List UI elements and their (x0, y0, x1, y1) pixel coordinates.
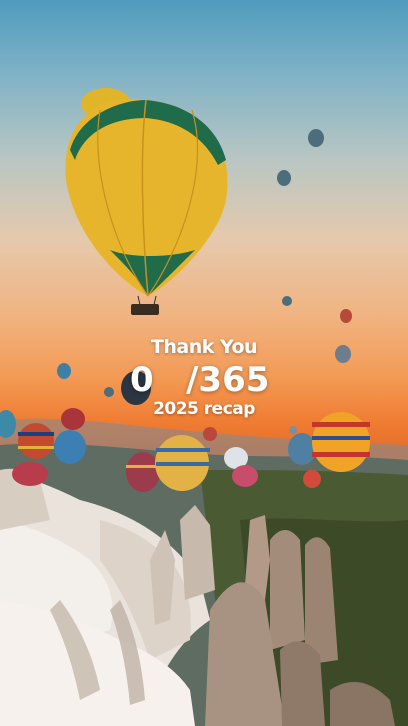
recap-subtitle: 2025 recap (153, 399, 255, 419)
thank-you-title: Thank You (150, 336, 258, 358)
recap-overlay: Thank You 0 /365 2025 recap (0, 0, 408, 726)
current-day-count: 0 (130, 360, 154, 400)
total-days-label: /365 (186, 360, 270, 400)
